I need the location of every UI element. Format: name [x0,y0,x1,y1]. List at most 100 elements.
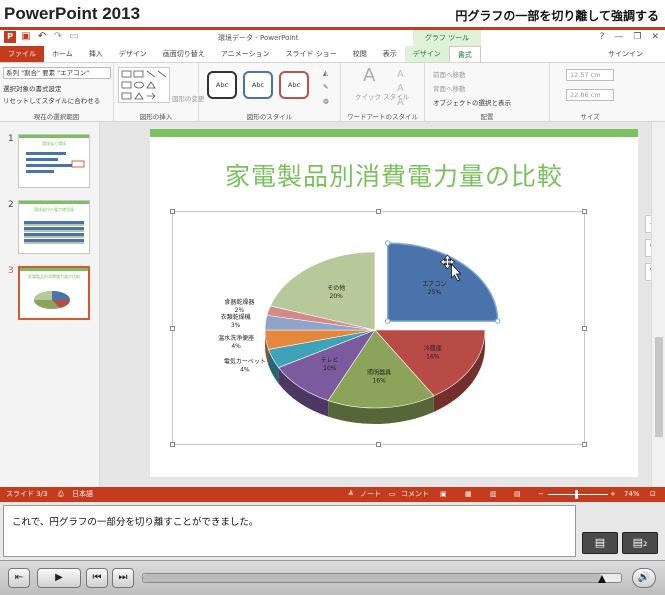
selection-pane-button[interactable]: オブジェクトの選択と表示 [433,97,511,107]
slide-thumbnail-3[interactable]: 家電製品別消費電力量の比較 [18,266,90,320]
spellcheck-icon[interactable]: ⎙ [58,487,64,502]
tab-review[interactable]: 校閲 [345,46,375,62]
zoom-slider[interactable] [548,494,608,495]
window-titlebar: P ▣ ↶ ↷ ▭ 環境データ - PowerPoint グラフ ツール ? —… [0,30,665,46]
chart-area[interactable]: エアコン 25% 冷蔵庫 16% 照明器具 16% テレビ 10% 電気カーペット 4% 温水洗浄便… [170,209,587,447]
resize-handle[interactable] [582,442,587,447]
send-backward-button[interactable]: 背面へ移動 [433,83,466,93]
minimize-button[interactable]: — [614,32,623,42]
powerpoint-logo-icon: P [4,31,16,43]
pie-slice-label: 電気カーペット [224,357,266,365]
progress-knob[interactable] [597,575,606,583]
scrollbar-thumb[interactable] [655,337,663,437]
tab-home[interactable]: ホーム [44,46,81,62]
group-label: ワードアートのスタイル [346,113,419,121]
width-field[interactable]: 22.86 cm [566,89,614,101]
shape-style-red[interactable]: Abc [279,71,309,99]
volume-icon[interactable]: 🔊 [632,568,656,588]
selection-dropdown[interactable]: 系列 "割合" 要素 "エアコン" [3,67,111,79]
vertical-scrollbar[interactable] [651,122,665,487]
zoom-in-icon[interactable]: + [610,487,616,502]
resize-handle[interactable] [582,209,587,214]
zoom-out-icon[interactable]: − [538,487,544,502]
resize-handle[interactable] [376,442,381,447]
slide-thumbnail-1[interactable]: 環境省と環境 [18,134,90,188]
tab-file[interactable]: ファイル [0,46,44,62]
play-button[interactable]: ▶ [37,568,81,588]
resize-handle[interactable] [170,326,175,331]
fit-slide-icon[interactable]: ⊡ [650,487,656,502]
resize-handle[interactable] [170,442,175,447]
pie-slice-label: 温水洗浄便座 [218,334,254,342]
tab-chart-format[interactable]: 書式 [448,46,481,62]
transcript-2-icon[interactable]: ▤₂ [622,532,658,554]
language-label: 日本語 [72,490,93,498]
transcript-icon[interactable]: ▤ [582,532,618,554]
tab-animations[interactable]: アニメーション [213,46,278,62]
comments-button[interactable]: コメント [401,487,429,502]
slice-selection-handle[interactable] [385,318,391,324]
bring-forward-button[interactable]: 前面へ移動 [433,69,466,79]
tab-view[interactable]: 表示 [375,46,405,62]
next-chapter-icon[interactable]: ⏭ [112,568,134,588]
pie-slice-label: 衣類乾燥機 [221,313,251,321]
resize-handle[interactable] [170,209,175,214]
text-fill-icon[interactable]: A [397,69,404,80]
start-slideshow-icon[interactable]: ▭ [68,31,80,43]
shape-effects-icon[interactable]: ◍ [323,97,329,105]
comments-icon[interactable]: ▭ [389,487,396,502]
lesson-banner: PowerPoint 2013 円グラフの一部を切り離して強調する [0,0,665,30]
previous-chapter-icon[interactable]: ⏮ [86,568,108,588]
tab-insert[interactable]: 挿入 [81,46,111,62]
resize-handle[interactable] [376,209,381,214]
exit-icon[interactable]: ⇤ [8,568,30,588]
format-selection-button[interactable]: 選択対象の書式設定 [3,83,62,93]
progress-bar[interactable] [142,573,622,583]
tab-slideshow[interactable]: スライド ショー [278,46,345,62]
height-field[interactable]: 12.57 cm [566,69,614,81]
slide-title[interactable]: 家電製品別消費電力量の比較 [150,157,638,193]
pie-chart[interactable]: エアコン25%冷蔵庫16%照明器具16%テレビ10%電気カーペット4%温水洗浄便… [173,212,586,446]
pie-slice-value: 4% [231,343,241,350]
restore-button[interactable]: ❐ [633,32,641,42]
reset-style-button[interactable]: リセットしてスタイルに合わせる [3,95,100,105]
normal-view-icon[interactable]: ▣ [440,487,447,502]
shape-outline-icon[interactable]: ✎ [323,83,328,91]
group-insert-shape: 図形の変更 図形の挿入 [114,63,205,123]
caption-text: これで、円グラフの一部分を切り離すことができました。 [3,505,576,557]
wordart-a-icon[interactable]: A [363,65,375,86]
notes-icon[interactable]: ≜ [348,487,354,502]
shape-style-blue[interactable]: Abc [243,71,273,99]
slide-number: 3 [8,266,14,276]
slice-selection-handle[interactable] [385,240,391,246]
text-effects-icon[interactable]: A [397,97,404,108]
lesson-title: 円グラフの一部を切り離して強調する [455,9,659,23]
shapes-gallery[interactable] [118,67,170,103]
slide-sorter-icon[interactable]: ▦ [465,487,472,502]
redo-icon[interactable]: ↷ [52,31,64,43]
signin-link[interactable]: サインイン [608,46,643,62]
reading-view-icon[interactable]: ▥ [490,487,497,502]
close-button[interactable]: ✕ [651,32,659,42]
slide-3[interactable]: 家電製品別消費電力量の比較 エアコン 25% 冷蔵庫 16% 照明器具 16% テレビ 10%… [150,129,663,477]
shape-fill-icon[interactable]: ◭ [323,69,328,77]
notes-button[interactable]: ノート [360,487,381,502]
save-icon[interactable]: ▣ [20,31,32,43]
slide-thumbnail-panel: 1 環境省と環境 2 環境省庁の電力使用量 3 家電製品別消費電力量の比較 [0,122,100,487]
tab-design[interactable]: デザイン [111,46,155,62]
shape-style-dark[interactable]: Abc [207,71,237,99]
help-icon[interactable]: ? [600,32,605,42]
slice-selection-handle[interactable] [495,318,501,324]
tab-transitions[interactable]: 画面切り替え [155,46,213,62]
undo-icon[interactable]: ↶ [36,31,48,43]
tab-chart-design[interactable]: デザイン [404,46,449,62]
zoom-level[interactable]: 74% [624,487,640,502]
pie-slice-label: テレビ [321,356,339,364]
slide-thumbnail-2[interactable]: 環境省庁の電力使用量 [18,200,90,254]
slideshow-view-icon[interactable]: ▤ [514,487,521,502]
resize-handle[interactable] [582,326,587,331]
zoom-slider-knob[interactable] [575,490,578,499]
text-outline-icon[interactable]: A [397,83,404,94]
slide-editing-area: 家電製品別消費電力量の比較 エアコン 25% 冷蔵庫 16% 照明器具 16% テレビ 10%… [100,122,663,487]
group-shape-styles: Abc Abc Abc ◭ ✎ ◍ 図形のスタイル [199,63,341,123]
